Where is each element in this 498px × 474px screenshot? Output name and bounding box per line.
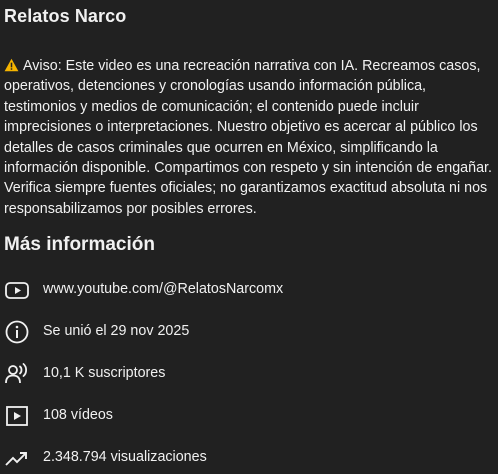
video-icon: [6, 406, 28, 426]
info-icon: [5, 320, 29, 344]
joined-date-text: Se unió el 29 nov 2025: [43, 323, 190, 339]
channel-link-text[interactable]: www.youtube.com/@RelatosNarcomx: [43, 281, 283, 297]
channel-description: Aviso: Este video es una recreación narr…: [4, 56, 494, 219]
youtube-play-icon: [5, 282, 29, 299]
subscribers-icon: [5, 363, 28, 384]
channel-name: Relatos Narco: [4, 6, 127, 26]
info-row-subscribers: 10,1 K suscriptores: [0, 359, 498, 389]
videos-count-text: 108 vídeos: [43, 407, 113, 423]
views-count-text: 2.348.794 visualizaciones: [43, 449, 207, 465]
info-row-channel-link[interactable]: www.youtube.com/@RelatosNarcomx: [0, 275, 498, 305]
warning-icon: [4, 58, 19, 72]
trending-icon: [5, 452, 27, 466]
info-row-joined: Se unió el 29 nov 2025: [0, 317, 498, 347]
description-text: Aviso: Este video es una recreación narr…: [4, 58, 492, 217]
more-info-title: Más información: [4, 234, 155, 255]
channel-about-panel: Relatos Narco Aviso: Este video es una r…: [0, 0, 498, 474]
info-row-views: 2.348.794 visualizaciones: [0, 443, 498, 473]
subscribers-text: 10,1 K suscriptores: [43, 365, 166, 381]
info-row-videos: 108 vídeos: [0, 401, 498, 431]
